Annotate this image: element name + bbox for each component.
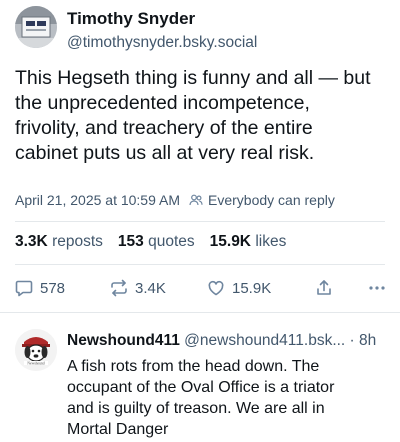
more-icon	[367, 278, 387, 298]
divider	[15, 264, 385, 265]
action-bar: 578 3.4K 15.9K	[14, 276, 389, 300]
quotes-stat[interactable]: 153 quotes	[118, 233, 195, 251]
divider	[15, 221, 385, 222]
repost-count: 3.4K	[135, 279, 166, 297]
repost-icon	[109, 278, 129, 298]
comment-icon	[14, 278, 34, 298]
post-text-line: This Hegseth thing is funny and all — bu…	[15, 67, 371, 89]
quotes-label: quotes	[148, 233, 195, 250]
reply-header: Newshound411 @newshound411.bsk... · 8h	[67, 332, 392, 350]
reply-author-handle[interactable]: @newshound411.bsk...	[184, 332, 345, 349]
reply-avatar-image: Newshound	[15, 329, 57, 371]
quotes-count: 153	[117, 233, 144, 250]
reply-text-line: and is guilty of treason. We are all in	[67, 400, 325, 417]
author-avatar[interactable]	[15, 6, 57, 48]
author-handle[interactable]: @timothysnyder.bsky.social	[67, 34, 257, 52]
post-text: This Hegseth thing is funny and all — bu…	[15, 66, 395, 166]
post-text-line: cabinet puts us all at very real risk.	[15, 142, 315, 164]
post-meta: April 21, 2025 at 10:59 AM Everybody can…	[15, 192, 335, 208]
reply-author-avatar[interactable]: Newshound	[15, 329, 57, 371]
reposts-count: 3.3K	[15, 233, 48, 250]
reposts-stat[interactable]: 3.3K reposts	[15, 233, 103, 251]
svg-text:Newshound: Newshound	[27, 362, 44, 366]
reply-text: A fish rots from the head down. The occu…	[67, 356, 392, 440]
heart-icon	[206, 278, 226, 298]
author-name[interactable]: Timothy Snyder	[67, 9, 195, 29]
likes-stat[interactable]: 15.9K likes	[210, 233, 287, 251]
post-timestamp[interactable]: April 21, 2025 at 10:59 AM	[15, 192, 180, 208]
repost-button[interactable]: 3.4K	[109, 276, 166, 300]
reply-setting[interactable]: Everybody can reply	[208, 192, 335, 208]
like-button[interactable]: 15.9K	[206, 276, 271, 300]
reply-count: 578	[40, 279, 66, 297]
likes-count: 15.9K	[209, 233, 252, 250]
post-text-line: frivolity, and treachery of the entire	[15, 117, 313, 139]
reply-time[interactable]: 8h	[359, 332, 376, 349]
reply-text-line: Mortal Danger	[67, 421, 169, 438]
reply-text-line: occupant of the Oval Office is a triator	[67, 379, 335, 396]
like-count: 15.9K	[232, 279, 272, 297]
likes-label: likes	[255, 233, 287, 250]
post-text-line: the unprecedented incompetence,	[15, 92, 310, 114]
reposts-label: reposts	[52, 233, 103, 250]
divider	[0, 312, 400, 313]
reply-text-line: A fish rots from the head down. The	[67, 358, 320, 375]
reply-button[interactable]: 578	[14, 276, 65, 300]
share-button[interactable]	[314, 276, 334, 300]
people-icon	[189, 193, 203, 207]
engagement-stats: 3.3K reposts 153 quotes 15.9K likes	[15, 233, 301, 251]
reply-author-name[interactable]: Newshound411	[67, 332, 180, 349]
author-avatar-image	[15, 6, 57, 48]
reply-separator: ·	[345, 332, 360, 349]
more-options-button[interactable]	[367, 276, 387, 300]
share-icon	[314, 278, 334, 298]
